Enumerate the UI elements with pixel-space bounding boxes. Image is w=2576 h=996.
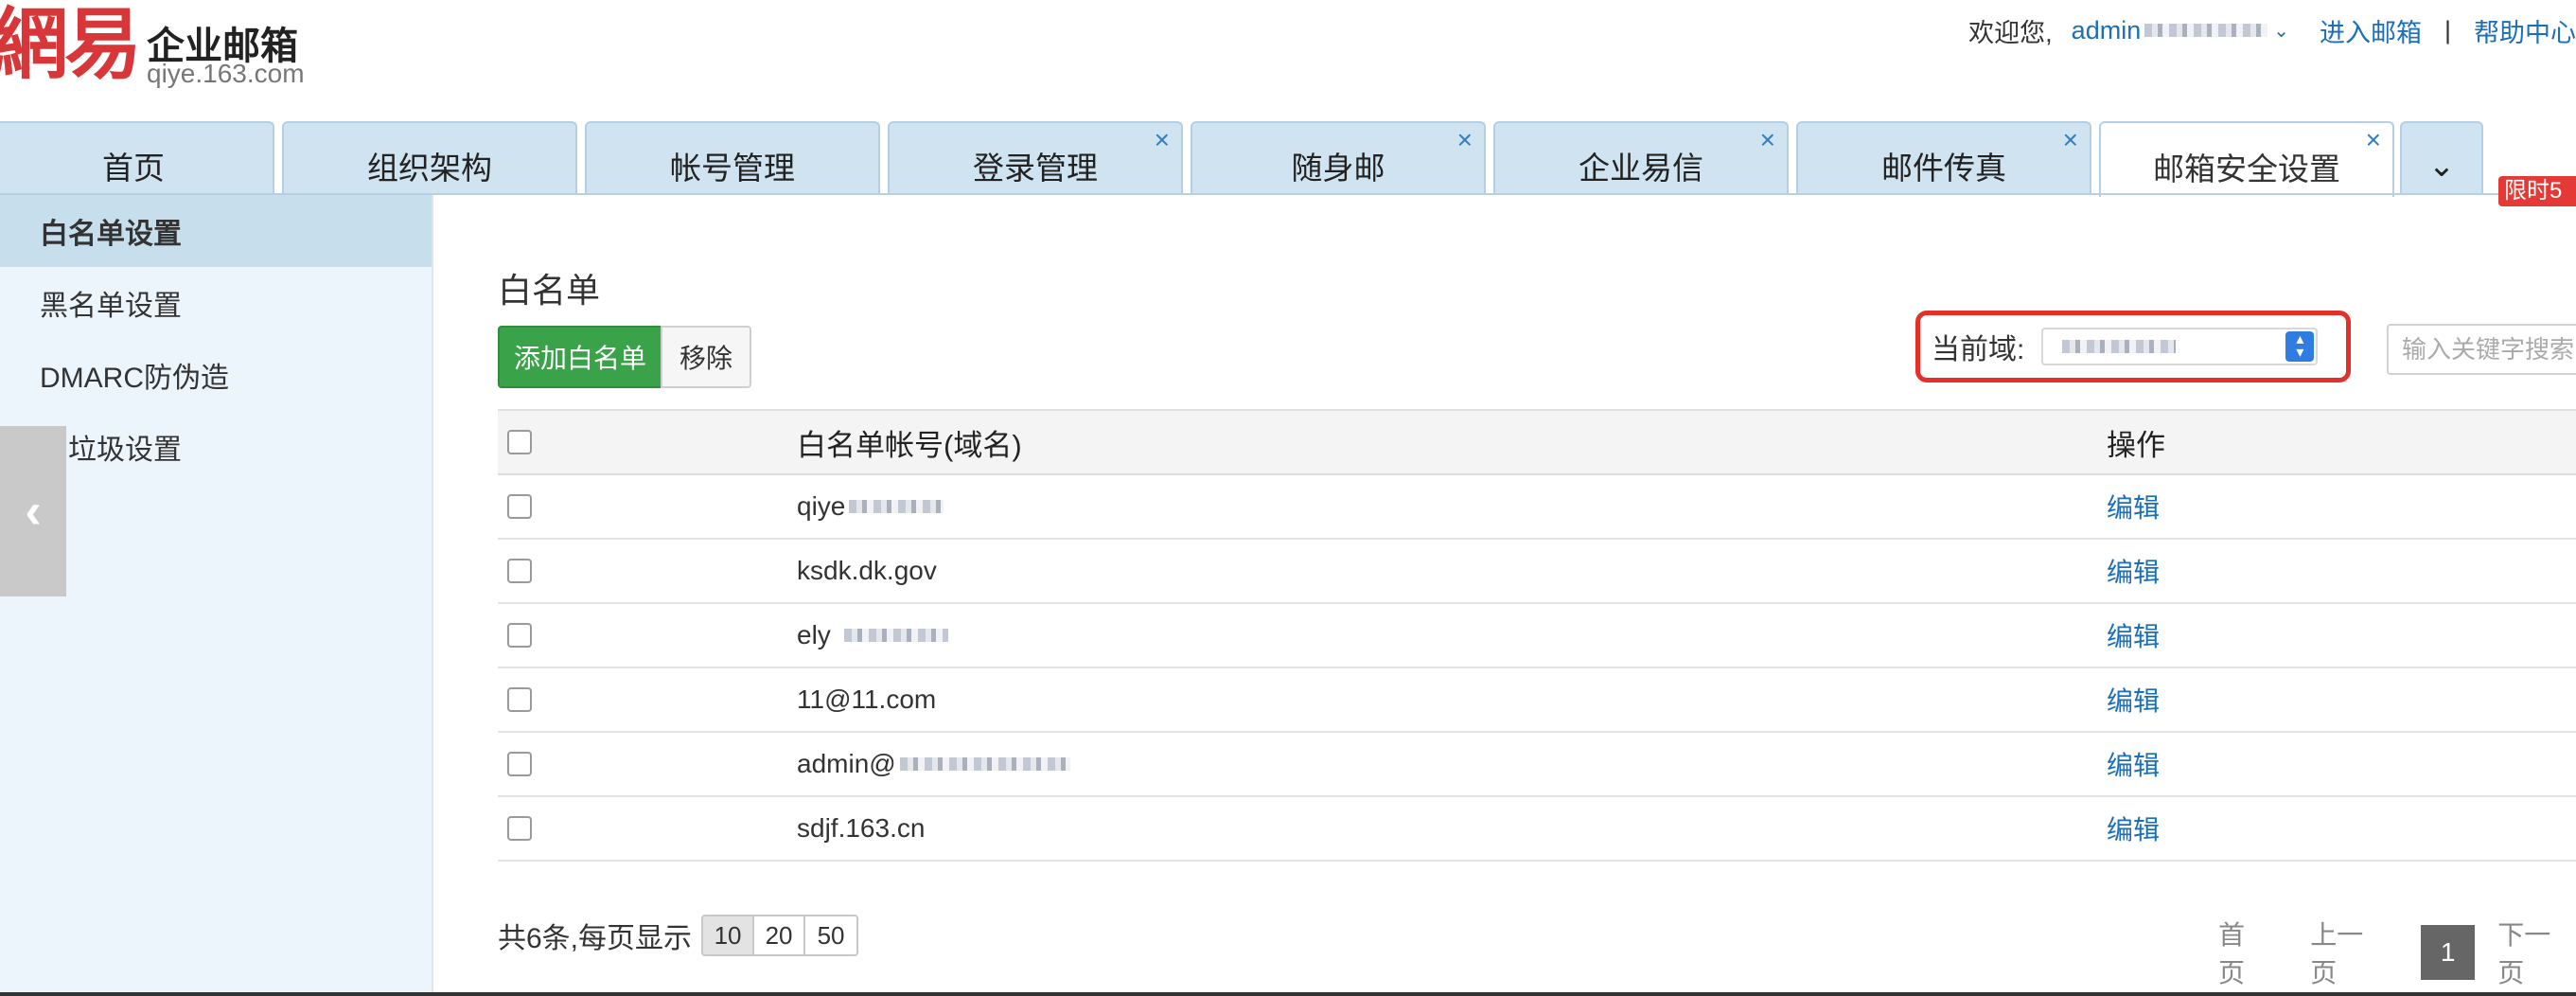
close-icon[interactable]: × bbox=[2366, 127, 2381, 153]
sidebar-item-whitelist[interactable]: 白名单设置 bbox=[0, 195, 432, 267]
tab-label: 邮箱安全设置 bbox=[2153, 151, 2340, 187]
table-row: ksdk.dk.gov 编辑 bbox=[498, 540, 2576, 604]
account-cell: ely bbox=[797, 604, 948, 667]
whitelist-table: 白名单帐号(域名) 操作 qiye 编辑 ksdk.dk.gov 编辑 ely … bbox=[498, 409, 2576, 862]
tab-mail-fax[interactable]: 邮件传真 × bbox=[1796, 121, 2091, 195]
netease-logo: 網易 bbox=[0, 0, 142, 90]
domain-label: 当前域: bbox=[1932, 334, 2025, 365]
table-row: 11@11.com 编辑 bbox=[498, 668, 2576, 733]
domain-selector-highlight: 当前域: ▴ ▾ bbox=[1915, 311, 2351, 382]
page-size-selector: 10 20 50 bbox=[701, 915, 859, 956]
redacted-account bbox=[2144, 24, 2268, 37]
record-count-text: 共6条,每页显示 bbox=[498, 923, 693, 954]
close-icon[interactable]: × bbox=[2063, 127, 2078, 153]
edit-link[interactable]: 编辑 bbox=[2107, 733, 2160, 795]
edit-link[interactable]: 编辑 bbox=[2107, 668, 2160, 731]
page-size-option[interactable]: 10 bbox=[703, 916, 755, 954]
separator: | bbox=[2444, 15, 2451, 44]
pagination-summary: 共6条,每页显示 10 20 50 bbox=[498, 915, 859, 956]
account-cell: 11@11.com bbox=[797, 668, 936, 731]
account-cell: admin@ bbox=[797, 733, 1070, 795]
close-icon[interactable]: × bbox=[1457, 127, 1473, 153]
sidebar-item-blacklist[interactable]: 黑名单设置 bbox=[0, 267, 432, 339]
edit-link[interactable]: 编辑 bbox=[2107, 540, 2160, 602]
next-page-link[interactable]: 下一页 bbox=[2497, 915, 2576, 990]
welcome-text: 欢迎您, bbox=[1968, 18, 2053, 47]
edit-link[interactable]: 编辑 bbox=[2107, 604, 2160, 667]
row-checkbox[interactable] bbox=[507, 623, 532, 648]
row-checkbox[interactable] bbox=[507, 494, 532, 519]
select-arrows-icon: ▴ ▾ bbox=[2285, 331, 2315, 362]
redacted-domain bbox=[2062, 340, 2177, 353]
account-text: admin@ bbox=[797, 749, 896, 778]
close-icon[interactable]: × bbox=[1155, 127, 1170, 153]
edit-link[interactable]: 编辑 bbox=[2107, 797, 2160, 860]
row-checkbox[interactable] bbox=[507, 816, 532, 841]
chevron-down-icon: ⌄ bbox=[2273, 20, 2289, 42]
main-content: 白名单 添加白名单 移除 当前域: ▴▾ 白名单帐号(域名) 操作 qiye 编… bbox=[498, 195, 2576, 996]
pagination: 首页 上一页 1 下一页 bbox=[2218, 915, 2576, 990]
add-whitelist-button[interactable]: 添加白名单 bbox=[498, 326, 662, 388]
product-domain: qiye.163.com bbox=[147, 59, 305, 88]
user-account-name: admin bbox=[2071, 15, 2142, 44]
page-size-option[interactable]: 20 bbox=[754, 916, 806, 954]
window-bottom-border bbox=[0, 992, 2576, 996]
table-header: 白名单帐号(域名) 操作 bbox=[498, 409, 2576, 475]
tab-account-management[interactable]: 帐号管理 bbox=[585, 121, 880, 195]
account-text: qiye bbox=[797, 491, 846, 521]
module-tabs: 首页 组织架构 帐号管理 登录管理 × 随身邮 × 企业易信 × 邮件传真 × … bbox=[0, 121, 2576, 197]
account-text: 11@11.com bbox=[797, 685, 937, 714]
sidebar-item-dmarc[interactable]: DMARC防伪造 bbox=[0, 339, 432, 411]
top-right-bar: 欢迎您, admin ⌄ 进入邮箱 | 帮助中心 bbox=[1968, 11, 2576, 49]
redacted-text bbox=[899, 757, 1070, 771]
prev-page-link[interactable]: 上一页 bbox=[2310, 915, 2389, 990]
sidebar-collapse-button[interactable]: ‹ bbox=[0, 426, 66, 596]
column-header-account: 白名单帐号(域名) bbox=[797, 428, 1022, 462]
remove-button[interactable]: 移除 bbox=[661, 326, 751, 388]
row-checkbox[interactable] bbox=[507, 752, 532, 776]
help-center-link[interactable]: 帮助中心 bbox=[2474, 12, 2576, 49]
redacted-text bbox=[843, 629, 948, 642]
tab-mailbox-security[interactable]: 邮箱安全设置 × bbox=[2099, 121, 2394, 197]
tab-mobile-mail[interactable]: 随身邮 × bbox=[1191, 121, 1486, 195]
select-all-checkbox[interactable] bbox=[507, 430, 532, 454]
edit-link[interactable]: 编辑 bbox=[2107, 475, 2160, 538]
tab-label: 登录管理 bbox=[973, 151, 1098, 186]
redacted-text bbox=[849, 500, 944, 513]
table-row: qiye 编辑 bbox=[498, 475, 2576, 540]
page-title: 白名单 bbox=[498, 271, 601, 310]
chevron-down-icon: ⌄ bbox=[2427, 148, 2456, 184]
enter-mailbox-link[interactable]: 进入邮箱 bbox=[2320, 12, 2422, 49]
tab-label: 组织架构 bbox=[367, 151, 492, 186]
table-row: sdjf.163.cn 编辑 bbox=[498, 797, 2576, 862]
column-header-action: 操作 bbox=[2107, 428, 2165, 462]
page-size-option[interactable]: 50 bbox=[805, 916, 857, 954]
tab-label: 邮件传真 bbox=[1881, 151, 2006, 186]
tab-label: 随身邮 bbox=[1291, 151, 1385, 186]
tab-label: 企业易信 bbox=[1579, 151, 1703, 186]
first-page-link[interactable]: 首页 bbox=[2218, 915, 2270, 990]
account-cell: qiye bbox=[797, 475, 944, 538]
tab-home[interactable]: 首页 bbox=[0, 121, 274, 195]
table-row: admin@ 编辑 bbox=[498, 733, 2576, 797]
account-cell: ksdk.dk.gov bbox=[797, 540, 937, 602]
tab-login-management[interactable]: 登录管理 × bbox=[888, 121, 1183, 195]
tab-org-structure[interactable]: 组织架构 bbox=[282, 121, 577, 195]
current-page-button[interactable]: 1 bbox=[2421, 925, 2476, 980]
account-text: sdjf.163.cn bbox=[797, 813, 926, 843]
user-account-menu[interactable]: admin ⌄ bbox=[2072, 16, 2289, 45]
table-row: ely 编辑 bbox=[498, 604, 2576, 668]
tab-label: 首页 bbox=[102, 151, 165, 186]
account-cell: sdjf.163.cn bbox=[797, 797, 925, 860]
tab-enterprise-yixin[interactable]: 企业易信 × bbox=[1493, 121, 1789, 195]
search-input[interactable] bbox=[2387, 324, 2576, 375]
domain-select[interactable]: ▴ ▾ bbox=[2041, 328, 2319, 365]
account-text: ksdk.dk.gov bbox=[797, 556, 937, 585]
tab-label: 帐号管理 bbox=[670, 151, 795, 186]
close-icon[interactable]: × bbox=[1760, 127, 1775, 153]
tab-more-dropdown[interactable]: ⌄ bbox=[2400, 121, 2483, 195]
account-text: ely bbox=[797, 620, 831, 649]
row-checkbox[interactable] bbox=[507, 559, 532, 583]
row-checkbox[interactable] bbox=[507, 687, 532, 712]
